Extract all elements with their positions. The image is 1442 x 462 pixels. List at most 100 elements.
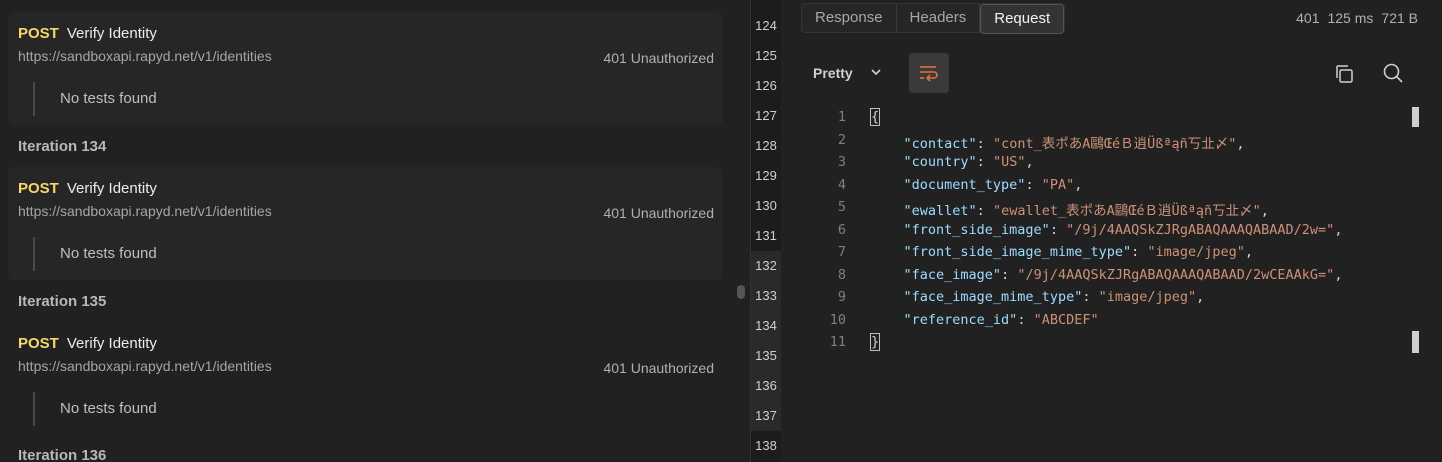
request-url: https://sandboxapi.rapyd.net/v1/identiti… [18,358,272,374]
code-line: "contact": "cont_表ポあA鷗ŒéＢ逍Üßªąñ丂㐀〆", [903,136,1245,152]
request-title: POST Verify Identity [18,180,157,197]
format-selector[interactable]: Pretty [813,65,853,81]
json-key: "face_image_mime_type" [903,289,1083,305]
json-value: "US" [992,154,1026,170]
run-result-card[interactable]: POST Verify Identity https://sandboxapi.r… [8,167,723,280]
request-url: https://sandboxapi.rapyd.net/v1/identiti… [18,48,272,64]
gutter-line: 132 [751,251,781,281]
response-status: 401 Unauthorized [603,360,714,376]
run-result-card[interactable]: POST Verify Identity https://sandboxapi.r… [8,322,723,435]
json-value: "cont_表ポあA鷗ŒéＢ逍Üßªąñ丂㐀〆" [992,136,1237,152]
code-line: "face_image_mime_type": "image/jpeg", [903,289,1205,305]
json-value: "/9j/4AAQSkZJRgABAQAAAQABAAD/2w=" [1066,222,1335,238]
gutter-line: 129 [755,168,777,183]
gutter-line: 133 [751,281,781,311]
no-tests-label: No tests found [60,400,157,417]
response-size: 721 B [1381,10,1418,26]
gutter-line: 137 [751,401,781,431]
line-number: 2 [837,132,846,148]
json-value: "image/jpeg" [1147,244,1245,260]
scrollbar-marker[interactable] [1412,107,1419,127]
request-name[interactable]: Verify Identity [67,180,157,197]
iteration-label: Iteration 134 [18,138,107,155]
json-value: "image/jpeg" [1098,289,1197,305]
json-value: "/9j/4AAQSkZJRgABAQAAAQABAAD/2wCEAAkG=" [1017,267,1335,283]
tests-section: No tests found [33,237,157,271]
json-value: "ewallet_表ポあA鷗ŒéＢ逍Üßªąñ丂㐀〆" [992,203,1261,219]
line-gutter: 123 124 125 126 127 128 129 130 131 132 … [750,0,782,462]
json-key: "front_side_image_mime_type" [903,244,1132,260]
tests-section: No tests found [33,392,157,426]
gutter-line: 124 [755,18,777,33]
json-key: "contact" [903,136,977,152]
line-number: 9 [837,289,846,305]
line-number: 7 [837,244,846,260]
gutter-line: 123 [751,0,781,11]
gutter-line: 128 [755,138,777,153]
response-status: 401 Unauthorized [603,205,714,221]
gutter-line: 126 [755,78,777,93]
tab-request[interactable]: Request [980,4,1065,34]
no-tests-label: No tests found [60,245,157,262]
code-line: "ewallet": "ewallet_表ポあA鷗ŒéＢ逍Üßªąñ丂㐀〆", [903,203,1269,219]
line-number: 11 [829,334,846,350]
code-line: "front_side_image_mime_type": "image/jpe… [903,244,1254,260]
json-key: "front_side_image" [903,222,1050,238]
iteration-label: Iteration 135 [18,293,107,310]
request-method: POST [18,25,59,42]
tab-response[interactable]: Response [802,4,897,32]
response-time: 125 ms [1327,10,1374,26]
gutter-line: 127 [755,108,777,123]
code-line: "reference_id": "ABCDEF" [903,312,1099,328]
line-number: 6 [837,222,846,238]
tab-headers[interactable]: Headers [897,4,981,32]
status-code: 401 [1296,10,1320,26]
gutter-line: 135 [751,341,781,371]
gutter-line: 136 [751,371,781,401]
json-key: "ewallet" [903,203,977,219]
gutter-line: 125 [755,48,777,63]
scrollbar-marker[interactable] [1412,331,1419,353]
iteration-label: Iteration 136 [18,447,107,462]
copy-icon[interactable] [1333,63,1355,85]
gutter-line: 130 [755,198,777,213]
code-line: "face_image": "/9j/4AAQSkZJRgABAQAAAQABA… [903,267,1343,283]
wrap-lines-button[interactable] [909,53,949,93]
code-line: } [869,333,881,351]
json-value: "ABCDEF" [1033,312,1099,328]
runner-results-pane: POST Verify Identity https://sandboxapi.r… [0,0,735,462]
request-title: POST Verify Identity [18,335,157,352]
response-tabs: Response Headers Request [801,3,1066,34]
line-number: 4 [837,177,846,193]
close-brace: } [869,333,881,351]
json-key: "document_type" [903,177,1026,193]
json-key: "face_image" [903,267,1002,283]
json-key: "country" [903,154,977,170]
open-brace: { [869,108,881,126]
json-value: "PA" [1041,177,1075,193]
chevron-down-icon[interactable] [869,64,883,80]
line-number: 8 [837,267,846,283]
request-method: POST [18,180,59,197]
no-tests-label: No tests found [60,90,157,107]
gutter-line: 138 [755,438,777,453]
code-line: { [869,108,881,126]
json-key: "reference_id" [903,312,1018,328]
gutter-line: 134 [751,311,781,341]
gutter-line: 131 [755,228,777,243]
pane-resize-handle[interactable] [737,285,745,299]
code-line: "country": "US", [903,154,1034,170]
line-number: 10 [829,312,846,328]
request-name[interactable]: Verify Identity [67,335,157,352]
request-body-editor[interactable]: 1 2 3 4 5 6 7 8 9 10 11 { "contact": "co… [781,106,1421,462]
response-meta: 401 125 ms 721 B [1288,10,1418,26]
line-number: 5 [837,199,846,215]
run-result-card[interactable]: POST Verify Identity https://sandboxapi.r… [8,12,723,125]
tests-section: No tests found [33,82,157,116]
request-name[interactable]: Verify Identity [67,25,157,42]
wrap-lines-icon [920,66,938,82]
code-line: "front_side_image": "/9j/4AAQSkZJRgABAQA… [903,222,1343,238]
line-number: 1 [837,109,846,125]
search-icon[interactable] [1382,62,1404,84]
request-url: https://sandboxapi.rapyd.net/v1/identiti… [18,203,272,219]
